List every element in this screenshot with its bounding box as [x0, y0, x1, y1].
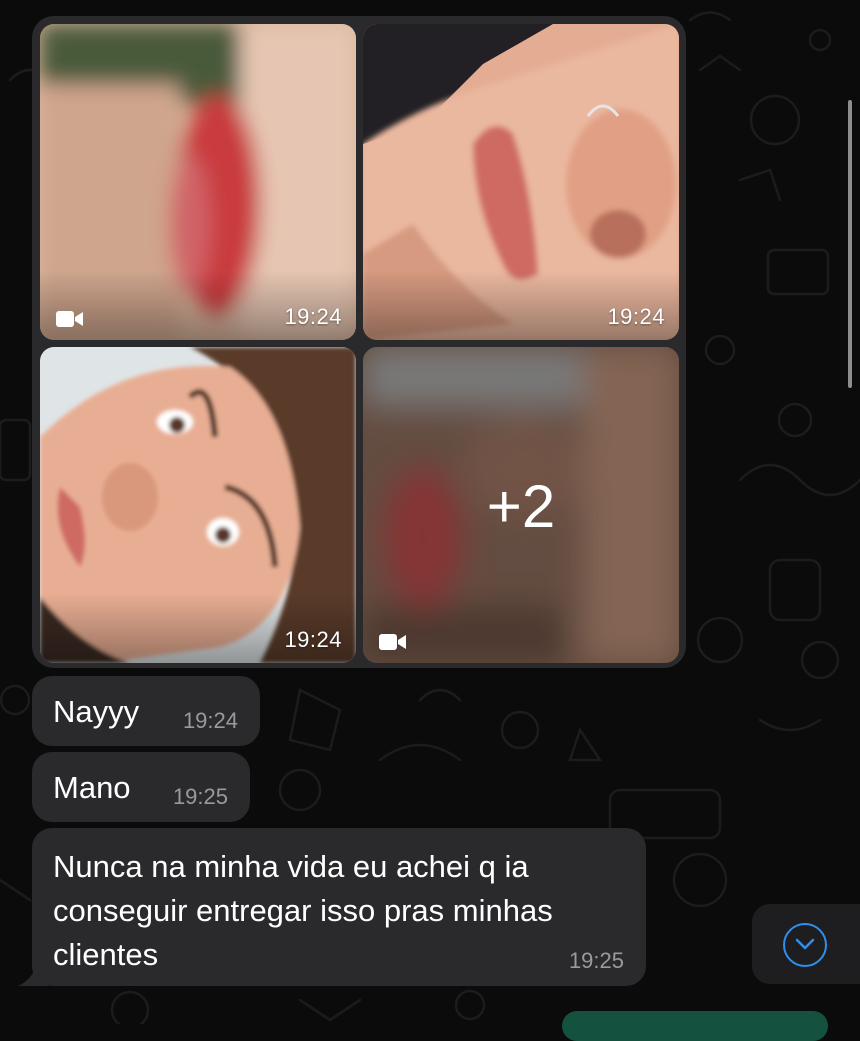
message-text: Nunca na minha vida eu achei q ia conseg… [53, 849, 553, 972]
message-bubble[interactable]: Nunca na minha vida eu achei q ia conseg… [32, 828, 646, 986]
bubble-tail [18, 956, 48, 986]
album-video-thumbnail[interactable]: 19:24 [40, 24, 356, 340]
message-timestamp: 19:25 [172, 784, 228, 809]
album-more-media-button[interactable]: +2 [363, 347, 679, 663]
chevron-down-icon [783, 923, 827, 967]
message-timestamp: 19:24 [182, 708, 238, 733]
media-timestamp: 19:24 [284, 304, 342, 329]
scrollbar[interactable] [848, 100, 852, 388]
media-timestamp: 19:24 [607, 304, 665, 329]
media-timestamp: 19:24 [284, 627, 342, 652]
album-photo-thumbnail[interactable]: 19:24 [40, 347, 356, 663]
message-text: Mano [53, 770, 131, 805]
message-bubble[interactable]: Mano 19:25 [32, 752, 250, 822]
more-media-count: +2 [486, 473, 556, 540]
message-timestamp: 19:25 [568, 948, 624, 973]
scroll-to-bottom-button[interactable] [752, 904, 860, 984]
message-bubble[interactable]: Nayyy 19:24 [32, 676, 260, 746]
video-camera-icon [379, 634, 406, 650]
message-text: Nayyy [53, 694, 140, 729]
video-camera-icon [56, 311, 83, 327]
outgoing-message-bubble[interactable] [562, 1011, 828, 1041]
media-album: 19:24 19:24 19:24 +2 [32, 16, 686, 668]
album-photo-thumbnail[interactable]: 19:24 [363, 24, 679, 340]
